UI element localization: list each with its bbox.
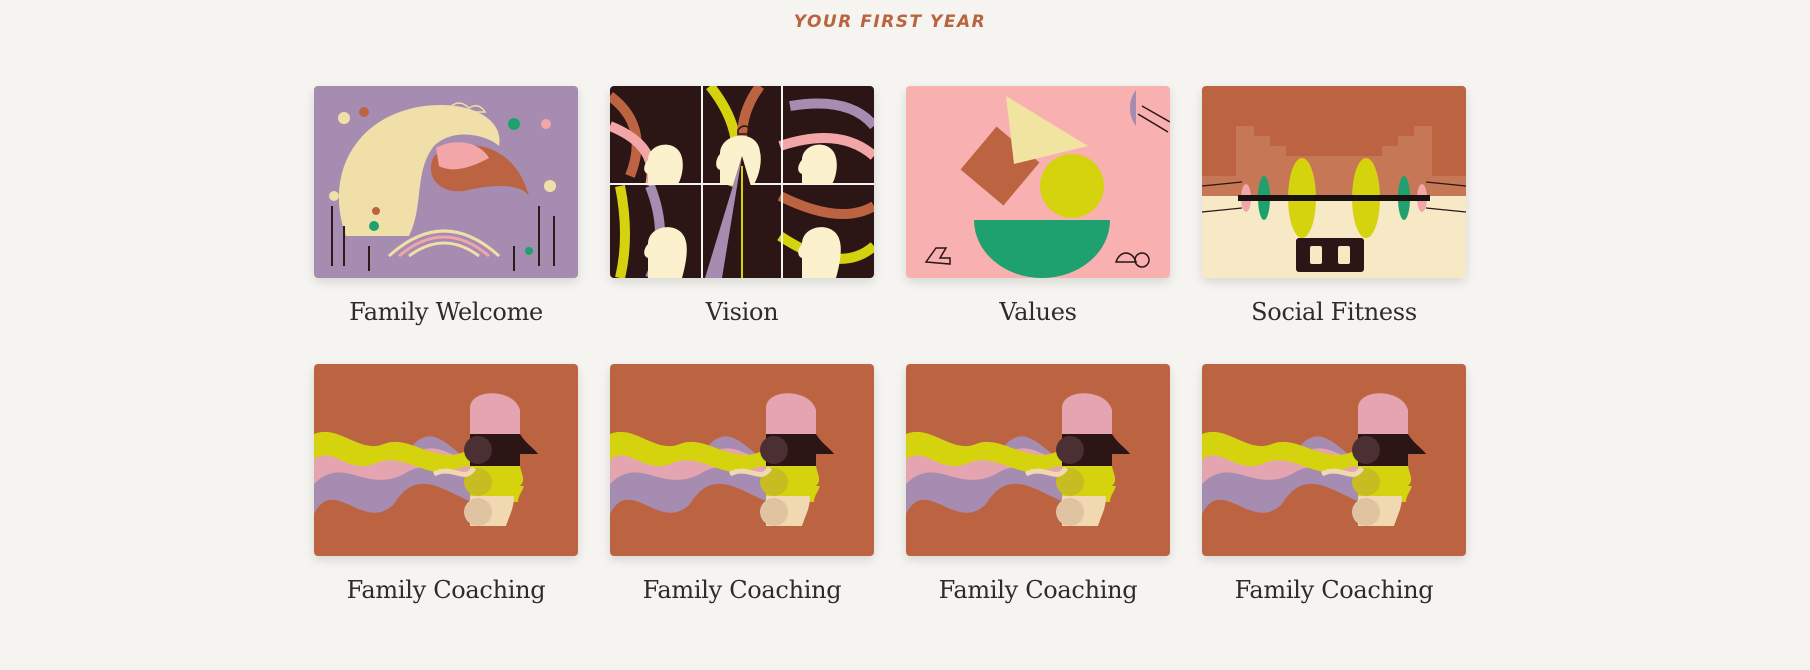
card-label: Vision — [705, 298, 779, 326]
card-label: Values — [999, 298, 1077, 326]
section-title: YOUR FIRST YEAR — [793, 12, 987, 32]
family-coaching-art — [1202, 364, 1466, 556]
card-label: Social Fitness — [1251, 298, 1417, 326]
program-grid: Family Welcome Vision Values Social Fitn… — [314, 86, 1466, 604]
family-coaching-illustration[interactable] — [906, 364, 1170, 556]
card-label: Family Welcome — [349, 298, 543, 326]
card-vision[interactable]: Vision — [610, 86, 874, 326]
vision-art — [610, 86, 874, 278]
family-coaching-illustration[interactable] — [314, 364, 578, 556]
card-label: Family Coaching — [346, 576, 546, 604]
card-family-coaching[interactable]: Family Coaching — [314, 364, 578, 604]
family-coaching-art — [906, 364, 1170, 556]
family-coaching-art — [610, 364, 874, 556]
card-values[interactable]: Values — [906, 86, 1170, 326]
social-fitness-illustration[interactable] — [1202, 86, 1466, 278]
values-art — [906, 86, 1170, 278]
family-welcome-art — [314, 86, 578, 278]
card-family-coaching[interactable]: Family Coaching — [1202, 364, 1466, 604]
card-family-welcome[interactable]: Family Welcome — [314, 86, 578, 326]
family-welcome-illustration[interactable] — [314, 86, 578, 278]
family-coaching-art — [314, 364, 578, 556]
vision-illustration[interactable] — [610, 86, 874, 278]
social-fitness-art — [1202, 86, 1466, 278]
card-social-fitness[interactable]: Social Fitness — [1202, 86, 1466, 326]
family-coaching-illustration[interactable] — [610, 364, 874, 556]
card-family-coaching[interactable]: Family Coaching — [906, 364, 1170, 604]
card-label: Family Coaching — [642, 576, 842, 604]
card-label: Family Coaching — [1234, 576, 1434, 604]
values-illustration[interactable] — [906, 86, 1170, 278]
card-label: Family Coaching — [938, 576, 1138, 604]
family-coaching-illustration[interactable] — [1202, 364, 1466, 556]
card-family-coaching[interactable]: Family Coaching — [610, 364, 874, 604]
